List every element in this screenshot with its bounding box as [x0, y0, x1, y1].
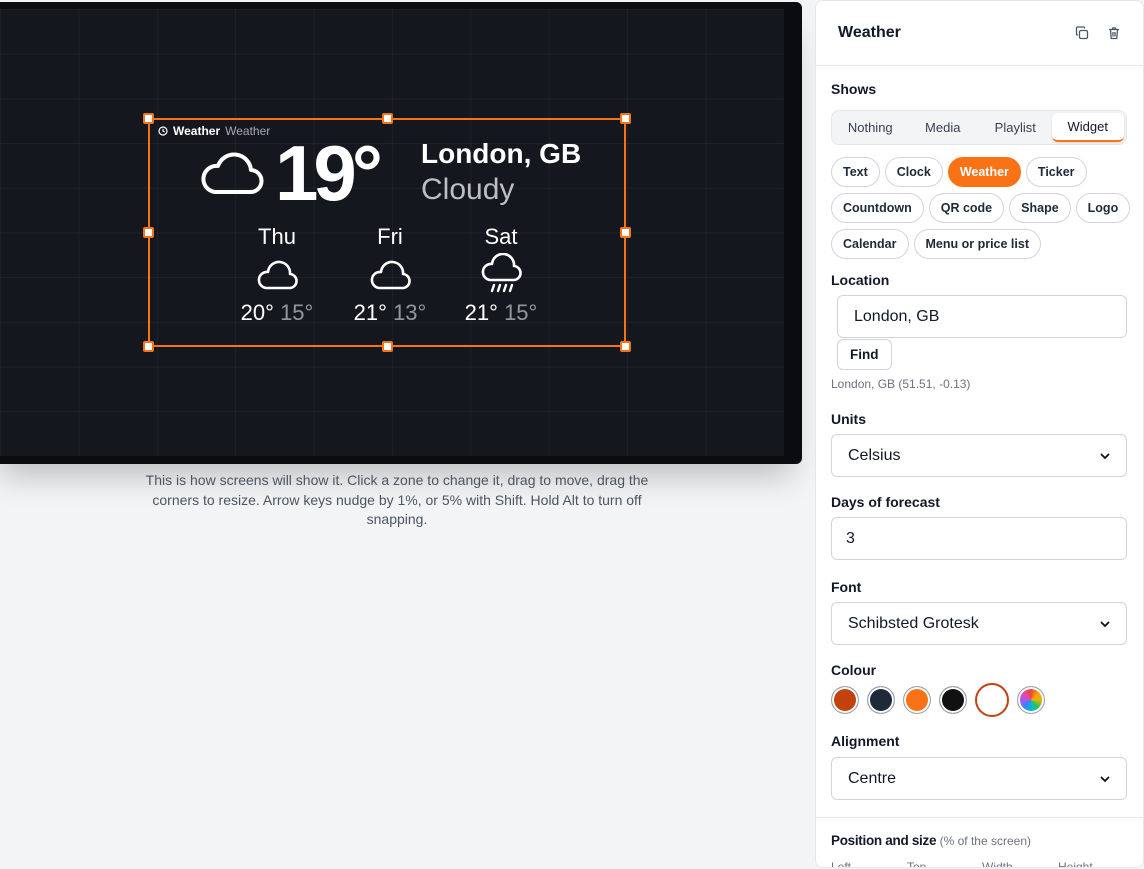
forecast-low: 15°: [504, 300, 538, 325]
find-button[interactable]: Find: [837, 339, 892, 370]
panel-title: Weather: [838, 24, 901, 41]
position-field-left-label: Left: [831, 860, 852, 868]
zone-settings-panel: Weather Shows Nothing Media Playlist Wid…: [815, 0, 1144, 868]
panel-header: Weather: [816, 1, 1143, 66]
resize-handle-bottom[interactable]: [382, 341, 393, 352]
location-input[interactable]: London, GB: [837, 295, 1127, 338]
alignment-select[interactable]: Centre: [831, 757, 1127, 800]
zone-tag-type: Weather: [173, 124, 221, 138]
widget-chip-logo[interactable]: Logo: [1075, 193, 1131, 223]
font-value: Schibsted Grotesk: [848, 614, 979, 632]
location-name: London, GB: [421, 138, 582, 169]
alignment-value: Centre: [848, 769, 897, 787]
copy-icon[interactable]: [1073, 24, 1091, 42]
position-field-top-label: Top: [907, 860, 927, 868]
days-input[interactable]: 3: [831, 517, 1127, 560]
shows-segmented-control: Nothing Media Playlist Widget: [831, 110, 1127, 145]
units-value: Celsius: [848, 446, 901, 464]
clock-icon: [158, 126, 168, 136]
zone-tag: Weather Weather: [158, 124, 270, 138]
colour-label: Colour: [831, 662, 877, 678]
colour-swatch-rust[interactable]: [831, 686, 859, 714]
widget-chip-shape[interactable]: Shape: [1009, 193, 1071, 223]
cloud-icon: [257, 260, 298, 290]
position-size-label: Position and size (% of the screen): [831, 833, 1031, 848]
resize-handle-top[interactable]: [382, 113, 393, 124]
weather-zone[interactable]: Weather Weather 19° London, GB Cloudy Th…: [143, 113, 631, 352]
colour-swatch-white[interactable]: [975, 683, 1009, 717]
widget-chip-calendar[interactable]: Calendar: [831, 229, 909, 259]
chevron-down-icon: [1100, 776, 1110, 782]
forecast-day: Fri 21° 13°: [335, 224, 445, 326]
widget-chip-countdown[interactable]: Countdown: [831, 193, 924, 223]
colour-swatch-orange[interactable]: [903, 686, 931, 714]
position-size-title: Position and size: [831, 833, 937, 848]
resize-handle-bottom-right[interactable]: [620, 341, 631, 352]
forecast-day: Sat 21° 15°: [446, 224, 556, 326]
current-temperature: 19°: [275, 129, 383, 217]
zone-tag-name: Weather: [225, 124, 271, 138]
colour-swatch-black[interactable]: [939, 686, 967, 714]
font-select[interactable]: Schibsted Grotesk: [831, 602, 1127, 645]
chevron-down-icon: [1100, 453, 1110, 459]
location-result: London, GB (51.51, -0.13): [831, 377, 971, 391]
weather-condition: Cloudy: [421, 173, 515, 206]
widget-chip-menu[interactable]: Menu or price list: [913, 229, 1041, 259]
position-field-height-label: Height: [1058, 860, 1093, 868]
alignment-label: Alignment: [831, 733, 900, 749]
shows-option-nothing[interactable]: Nothing: [834, 113, 907, 142]
forecast-low: 13°: [393, 300, 427, 325]
widget-chip-ticker[interactable]: Ticker: [1025, 157, 1087, 187]
position-size-hint: (% of the screen): [939, 834, 1031, 848]
forecast-low: 15°: [280, 300, 314, 325]
shows-label: Shows: [831, 81, 877, 97]
widget-chip-text[interactable]: Text: [831, 157, 880, 187]
preview-hint: This is how screens will show it. Click …: [145, 472, 649, 527]
widget-type-chips: Text Clock Weather Ticker Countdown QR c…: [831, 157, 1131, 259]
resize-handle-bottom-left[interactable]: [143, 341, 154, 352]
forecast-day: Thu 20° 15°: [222, 224, 332, 326]
cloud-icon: [201, 152, 264, 194]
forecast-high: 20°: [240, 300, 274, 325]
forecast-day-name: Fri: [377, 224, 403, 249]
shows-option-playlist[interactable]: Playlist: [979, 113, 1052, 142]
font-label: Font: [831, 579, 862, 595]
colour-swatch-charcoal[interactable]: [867, 686, 895, 714]
colour-swatches: [831, 683, 1045, 717]
forecast-high: 21°: [464, 300, 498, 325]
shows-option-media[interactable]: Media: [907, 113, 980, 142]
widget-chip-weather[interactable]: Weather: [947, 157, 1021, 187]
section-divider: [816, 817, 1143, 818]
location-label: Location: [831, 272, 890, 288]
screen-preview-frame: Weather Weather 19° London, GB Cloudy Th…: [0, 2, 802, 464]
chevron-down-icon: [1100, 621, 1110, 627]
forecast-day-name: Sat: [484, 224, 518, 249]
resize-handle-top-right[interactable]: [620, 113, 631, 124]
cloud-rain-icon: [481, 253, 522, 293]
screen-preview[interactable]: Weather Weather 19° London, GB Cloudy Th…: [0, 9, 784, 456]
colour-swatch-custom[interactable]: [1017, 686, 1045, 714]
position-field-width-label: Width: [982, 860, 1013, 868]
resize-handle-right[interactable]: [620, 227, 631, 238]
widget-chip-qr-code[interactable]: QR code: [928, 193, 1005, 223]
units-select[interactable]: Celsius: [831, 434, 1127, 477]
trash-icon[interactable]: [1105, 24, 1123, 42]
resize-handle-left[interactable]: [143, 227, 154, 238]
forecast-high: 21°: [353, 300, 387, 325]
forecast-day-name: Thu: [258, 224, 296, 249]
widget-chip-clock[interactable]: Clock: [884, 157, 943, 187]
shows-option-widget[interactable]: Widget: [1051, 113, 1124, 142]
units-label: Units: [831, 411, 866, 427]
cloud-icon: [370, 260, 411, 290]
resize-handle-top-left[interactable]: [143, 113, 154, 124]
days-label: Days of forecast: [831, 494, 940, 510]
